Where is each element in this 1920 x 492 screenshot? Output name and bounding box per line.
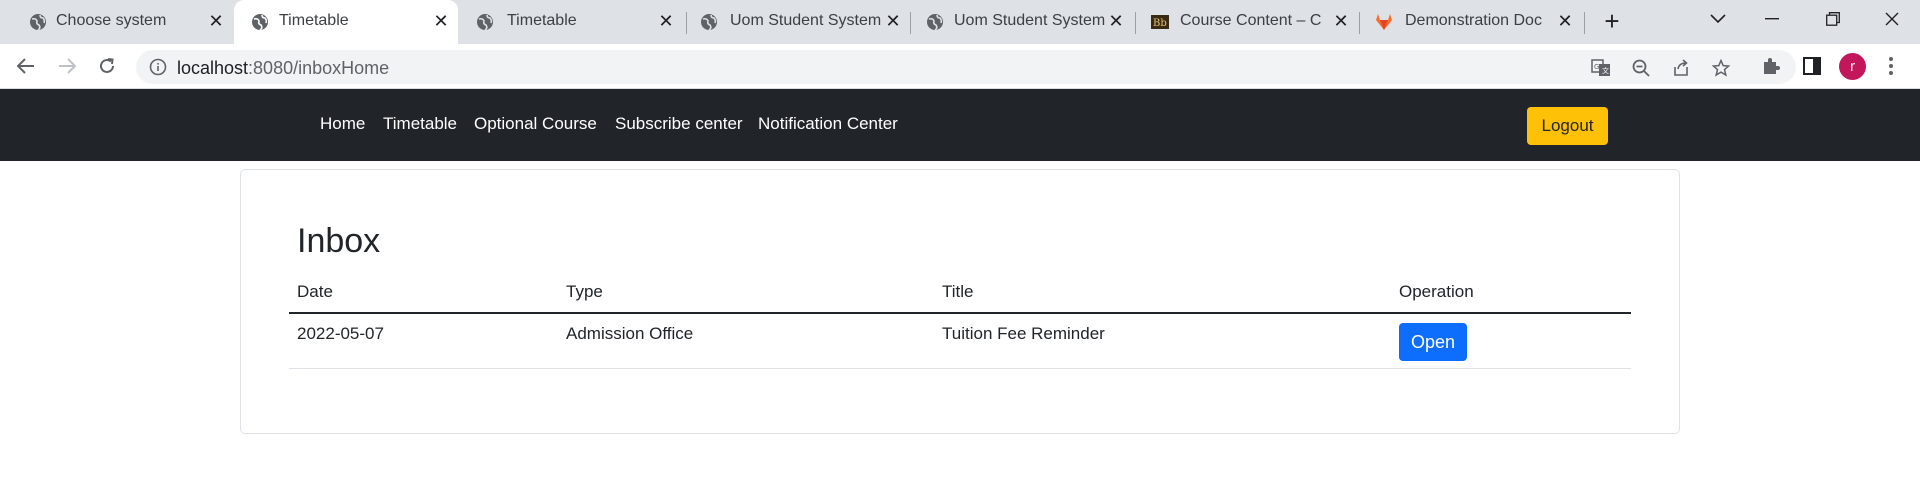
svg-text:Bb: Bb [1153, 18, 1167, 29]
row-date: 2022-05-07 [297, 324, 384, 343]
nav-link-optional-course[interactable]: Optional Course [474, 114, 597, 134]
tab-course-content[interactable]: Bb Course Content – C ✕ [1136, 0, 1359, 44]
close-icon[interactable]: ✕ [1331, 11, 1351, 31]
column-header-title: Title [942, 282, 974, 301]
info-icon[interactable] [149, 58, 167, 76]
close-icon[interactable]: ✕ [206, 11, 226, 31]
globe-icon [477, 14, 493, 31]
app-navbar: Home Timetable Optional Course Subscribe… [0, 89, 1920, 161]
close-icon[interactable]: ✕ [431, 11, 451, 31]
translate-icon[interactable]: G文 [1591, 58, 1611, 78]
side-panel-icon[interactable] [1801, 55, 1823, 77]
open-message-button[interactable]: Open [1399, 323, 1467, 361]
more-menu-icon[interactable] [1887, 55, 1895, 77]
close-window-icon[interactable] [1877, 6, 1907, 32]
nav-link-notification-center[interactable]: Notification Center [758, 114, 898, 134]
logout-button[interactable]: Logout [1527, 107, 1608, 145]
svg-text:G: G [1594, 63, 1599, 71]
tab-uom-student-system-1[interactable]: Uom Student System ✕ [687, 0, 911, 44]
tab-title: Demonstration Doc [1405, 12, 1542, 29]
gitlab-icon [1376, 14, 1392, 30]
globe-icon [927, 14, 943, 31]
minimize-icon[interactable] [1757, 6, 1787, 32]
back-arrow-icon[interactable] [13, 53, 39, 79]
tab-choose-system[interactable]: Choose system ✕ [0, 0, 234, 44]
tab-title: Timetable [507, 12, 577, 29]
tab-timetable[interactable]: Timetable ✕ [458, 0, 684, 44]
globe-icon [252, 14, 268, 31]
nav-link-timetable[interactable]: Timetable [383, 114, 457, 134]
table-row-divider [289, 368, 1631, 369]
column-header-type: Type [566, 282, 603, 301]
tab-title: Timetable [279, 12, 349, 29]
star-bookmark-icon[interactable] [1711, 58, 1731, 78]
browser-toolbar: localhost:8080/inboxHome G文 r [0, 44, 1920, 89]
tab-demonstration-doc[interactable]: Demonstration Doc ✕ [1360, 0, 1583, 44]
tab-title: Uom Student System [730, 12, 882, 29]
reload-icon[interactable] [94, 53, 120, 79]
tab-strip: Choose system ✕ Timetable ✕ Timetable ✕ … [0, 0, 1920, 44]
globe-icon [701, 14, 717, 31]
nav-link-home[interactable]: Home [320, 114, 365, 134]
globe-icon [30, 14, 46, 31]
tab-search-chevron-icon[interactable] [1703, 6, 1733, 32]
url-host: localhost [177, 58, 249, 78]
extensions-puzzle-icon[interactable] [1760, 55, 1782, 77]
tab-title: Uom Student System [954, 12, 1105, 29]
column-header-date: Date [297, 282, 333, 301]
address-bar[interactable]: localhost:8080/inboxHome G文 [136, 50, 1796, 84]
forward-arrow-icon[interactable] [54, 53, 80, 79]
blackboard-icon: Bb [1151, 15, 1169, 29]
svg-text:文: 文 [1602, 66, 1609, 75]
close-icon[interactable]: ✕ [656, 11, 676, 31]
tab-timetable-active[interactable]: Timetable ✕ [234, 0, 458, 44]
tab-uom-student-system-2[interactable]: Uom Student System ✕ [911, 0, 1135, 44]
row-type: Admission Office [566, 324, 694, 343]
url-text[interactable]: localhost:8080/inboxHome [177, 58, 389, 79]
close-icon[interactable]: ✕ [1106, 11, 1126, 31]
nav-link-subscribe-center[interactable]: Subscribe center [615, 114, 743, 134]
restore-icon[interactable] [1818, 6, 1848, 32]
profile-avatar[interactable]: r [1839, 53, 1866, 80]
table-header-divider [289, 312, 1631, 314]
row-title: Tuition Fee Reminder [942, 324, 1105, 343]
url-path: :8080/inboxHome [248, 58, 390, 78]
tab-title: Choose system [56, 12, 167, 29]
zoom-out-icon[interactable] [1631, 58, 1651, 78]
tab-separator [1584, 12, 1585, 34]
close-icon[interactable]: ✕ [883, 11, 903, 31]
new-tab-button[interactable]: + [1599, 8, 1625, 35]
column-header-operation: Operation [1399, 282, 1474, 301]
close-icon[interactable]: ✕ [1555, 11, 1575, 31]
page-title: Inbox [297, 222, 381, 260]
tab-title: Course Content – C [1180, 12, 1322, 29]
share-icon[interactable] [1671, 58, 1691, 78]
